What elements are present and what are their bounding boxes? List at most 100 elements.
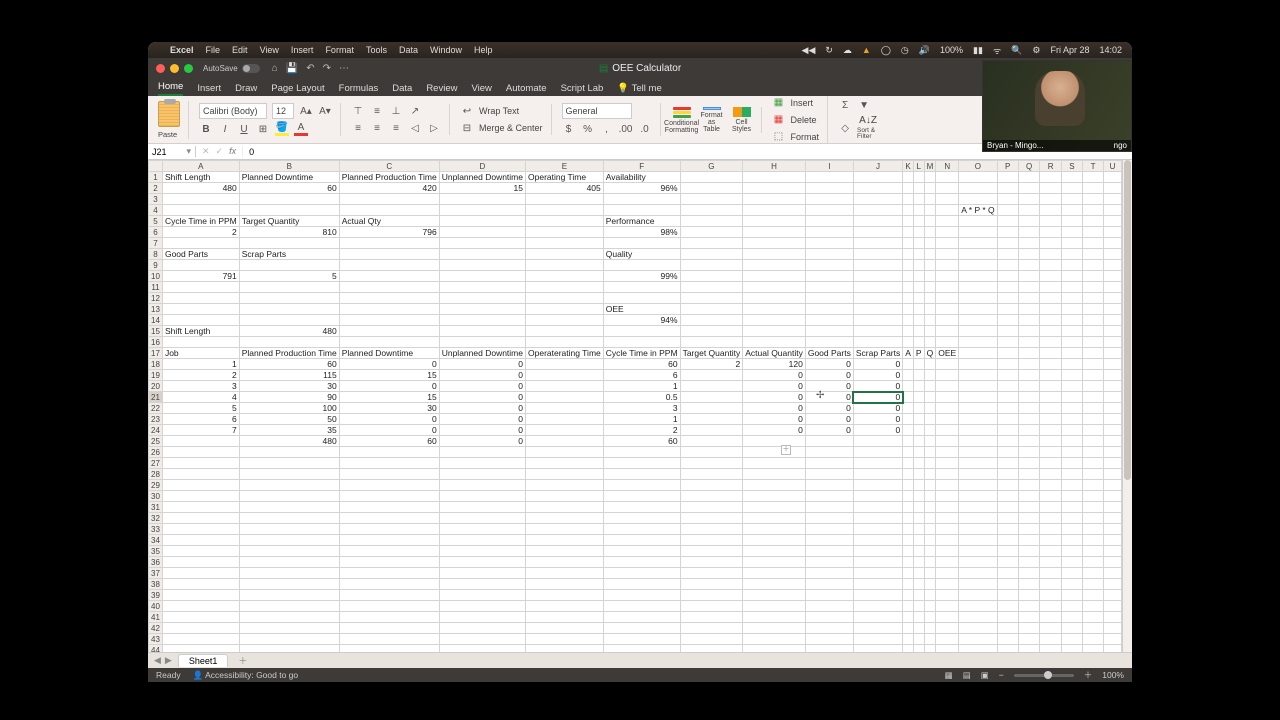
comma-icon[interactable]: , bbox=[600, 122, 614, 136]
cell[interactable] bbox=[239, 458, 339, 469]
cell[interactable] bbox=[1018, 436, 1040, 447]
volume-icon[interactable]: 🔊 bbox=[919, 45, 930, 56]
format-table-button[interactable]: Format as Table bbox=[701, 107, 723, 133]
cell[interactable] bbox=[162, 194, 239, 205]
cell[interactable] bbox=[997, 502, 1018, 513]
row-header[interactable]: 43 bbox=[149, 634, 163, 645]
cell[interactable] bbox=[1083, 194, 1104, 205]
col-header-E[interactable]: E bbox=[526, 161, 604, 172]
cell[interactable] bbox=[239, 238, 339, 249]
cell[interactable] bbox=[162, 546, 239, 557]
cell[interactable] bbox=[924, 458, 936, 469]
cell[interactable]: 0 bbox=[439, 370, 525, 381]
row-header[interactable]: 18 bbox=[149, 359, 163, 370]
cell[interactable] bbox=[680, 249, 743, 260]
cell[interactable] bbox=[1018, 249, 1040, 260]
cell[interactable]: 405 bbox=[526, 183, 604, 194]
cell[interactable] bbox=[1040, 491, 1061, 502]
cell[interactable] bbox=[1018, 546, 1040, 557]
cell[interactable] bbox=[805, 447, 853, 458]
cell[interactable] bbox=[162, 205, 239, 216]
align-bot-icon[interactable]: ⊥ bbox=[389, 104, 403, 118]
home-icon[interactable]: ⌂ bbox=[272, 63, 278, 74]
row-header[interactable]: 12 bbox=[149, 293, 163, 304]
cell[interactable] bbox=[1061, 315, 1082, 326]
row-header[interactable]: 3 bbox=[149, 194, 163, 205]
cell[interactable] bbox=[1104, 524, 1122, 535]
cell[interactable] bbox=[526, 469, 604, 480]
cell[interactable] bbox=[1061, 392, 1082, 403]
cell[interactable] bbox=[997, 557, 1018, 568]
cell[interactable] bbox=[339, 293, 439, 304]
cell[interactable] bbox=[997, 458, 1018, 469]
cell[interactable] bbox=[603, 513, 680, 524]
cell[interactable]: 15 bbox=[339, 370, 439, 381]
cell[interactable] bbox=[1040, 315, 1061, 326]
cell[interactable] bbox=[853, 634, 902, 645]
cell[interactable] bbox=[959, 491, 997, 502]
cell[interactable] bbox=[903, 249, 914, 260]
cell[interactable] bbox=[339, 249, 439, 260]
cell[interactable] bbox=[1104, 414, 1122, 425]
cell[interactable] bbox=[913, 612, 924, 623]
cell[interactable] bbox=[339, 491, 439, 502]
cell[interactable] bbox=[924, 447, 936, 458]
cell[interactable]: 15 bbox=[339, 392, 439, 403]
cell[interactable] bbox=[743, 458, 806, 469]
cell[interactable] bbox=[936, 392, 959, 403]
cell[interactable] bbox=[853, 458, 902, 469]
align-center-icon[interactable]: ≡ bbox=[370, 121, 384, 135]
cell[interactable] bbox=[603, 458, 680, 469]
cell[interactable] bbox=[239, 337, 339, 348]
cell[interactable] bbox=[1018, 282, 1040, 293]
cell[interactable] bbox=[913, 414, 924, 425]
cell[interactable] bbox=[997, 634, 1018, 645]
cell[interactable] bbox=[743, 293, 806, 304]
align-right-icon[interactable]: ≡ bbox=[389, 121, 403, 135]
cell[interactable] bbox=[1018, 502, 1040, 513]
cell[interactable] bbox=[913, 524, 924, 535]
cell[interactable] bbox=[603, 535, 680, 546]
row-header[interactable]: 28 bbox=[149, 469, 163, 480]
cell[interactable] bbox=[959, 601, 997, 612]
cell[interactable] bbox=[1040, 205, 1061, 216]
fx-icon[interactable]: fx bbox=[229, 146, 236, 157]
cell[interactable] bbox=[997, 293, 1018, 304]
cell[interactable] bbox=[680, 612, 743, 623]
cell[interactable] bbox=[339, 557, 439, 568]
cell[interactable] bbox=[680, 645, 743, 653]
row-header[interactable]: 41 bbox=[149, 612, 163, 623]
cell[interactable]: Planned Production Time bbox=[239, 348, 339, 359]
cell[interactable] bbox=[239, 612, 339, 623]
align-left-icon[interactable]: ≡ bbox=[351, 121, 365, 135]
cell[interactable] bbox=[959, 227, 997, 238]
cell[interactable] bbox=[526, 623, 604, 634]
cell[interactable] bbox=[1061, 612, 1082, 623]
cell[interactable] bbox=[526, 370, 604, 381]
cell[interactable] bbox=[1061, 172, 1082, 183]
cell[interactable] bbox=[903, 436, 914, 447]
cell[interactable] bbox=[805, 282, 853, 293]
cancel-icon[interactable]: ✕ bbox=[202, 146, 210, 157]
cell[interactable] bbox=[959, 216, 997, 227]
cell[interactable] bbox=[1083, 337, 1104, 348]
row-header[interactable]: 16 bbox=[149, 337, 163, 348]
cell[interactable] bbox=[162, 513, 239, 524]
cell[interactable] bbox=[853, 293, 902, 304]
cell[interactable]: 0 bbox=[743, 381, 806, 392]
cell[interactable]: 0 bbox=[439, 436, 525, 447]
cell[interactable] bbox=[603, 645, 680, 653]
cell[interactable] bbox=[1040, 568, 1061, 579]
tab-script-lab[interactable]: Script Lab bbox=[561, 81, 604, 96]
cell[interactable] bbox=[936, 414, 959, 425]
cell[interactable] bbox=[959, 194, 997, 205]
cell[interactable]: 0 bbox=[339, 359, 439, 370]
row-header[interactable]: 6 bbox=[149, 227, 163, 238]
cell[interactable] bbox=[239, 491, 339, 502]
cell[interactable] bbox=[162, 315, 239, 326]
cell[interactable]: OEE bbox=[936, 348, 959, 359]
cell[interactable] bbox=[903, 403, 914, 414]
cell[interactable] bbox=[805, 183, 853, 194]
cell[interactable] bbox=[997, 513, 1018, 524]
cell[interactable] bbox=[936, 590, 959, 601]
